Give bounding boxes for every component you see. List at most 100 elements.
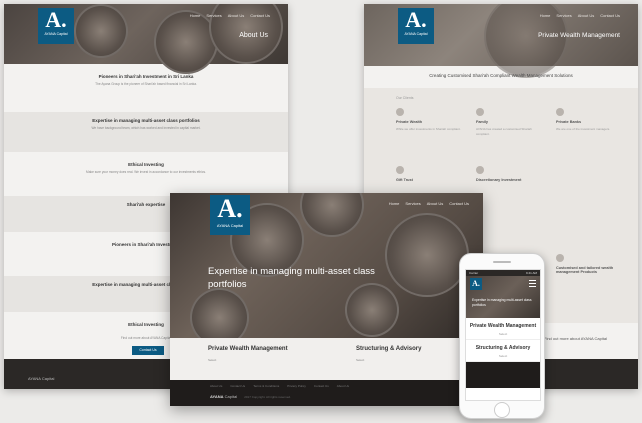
footer-link[interactable]: About Us (337, 384, 349, 388)
section-text: We have background team, which has worke… (91, 126, 201, 130)
card-link[interactable]: Select (208, 358, 288, 363)
mobile-service-card[interactable]: Private Wealth Management Select (466, 318, 540, 340)
section-text: Make sure your money does real. We inves… (86, 170, 206, 174)
footer-link[interactable]: Privacy Policy (287, 384, 306, 388)
service-desc: AYANA has created a customised Shariah c… (476, 127, 532, 136)
footer-link[interactable]: About Us (210, 384, 222, 388)
card-title: Structuring & Advisory (356, 346, 422, 352)
hand-icon (396, 166, 404, 174)
footer-link[interactable]: Contact Us (314, 384, 329, 388)
service-item[interactable]: Customised and tailored wealth managemen… (556, 254, 630, 274)
phone-mockup: Carrier 9:41 AM A. Expertise in managing… (459, 253, 545, 419)
logo-letter: A. (472, 279, 480, 288)
page-footer: About Us Contact Us Terms & Conditions P… (170, 380, 483, 406)
footer-links: About Us Contact Us Terms & Conditions P… (210, 384, 349, 388)
section-text: The Ayana Group is the pioneer of Shari'… (95, 82, 197, 86)
globe-icon (556, 254, 564, 262)
section-label: Our Clients (396, 96, 414, 100)
decorative-plate (345, 283, 399, 337)
nav-home[interactable]: Home (389, 201, 400, 206)
service-desc: We are one of the investment managers. (556, 127, 611, 131)
top-nav: Home Services About Us Contact Us (540, 13, 620, 18)
service-item[interactable]: Family AYANA has created a customised Sh… (476, 108, 546, 136)
footer-link[interactable]: Contact Us (230, 384, 245, 388)
footer-brand: AYANA Capital 2017 Copyright. All rights… (210, 394, 291, 399)
service-title: Gift Trust (396, 178, 413, 182)
top-nav: Home Services About Us Contact Us (389, 201, 469, 206)
logo-letter: A. (405, 7, 427, 32)
hero-title: About Us (239, 32, 268, 39)
phone-speaker (493, 261, 511, 263)
service-desc: While we offer investments in Shariah co… (396, 127, 461, 131)
content-section: Pioneers in Shari'ah Investment in Sri L… (4, 68, 288, 108)
logo-subtext: AYANA Capital (44, 32, 68, 36)
logo-letter: A. (217, 194, 243, 223)
service-item[interactable]: Discretionary Investment (476, 166, 546, 182)
section-heading: Expertise in managing multi-asset class … (92, 118, 200, 123)
card-title: Private Wealth Management (469, 323, 537, 329)
decorative-plate (385, 213, 469, 297)
card-title: Structuring & Advisory (475, 345, 531, 351)
nav-services[interactable]: Services (206, 13, 221, 18)
brand-logo[interactable]: A. AYANA Capital (398, 8, 434, 44)
service-item[interactable]: Private Banks We are one of the investme… (556, 108, 626, 132)
brand-logo[interactable]: A. AYANA Capital (38, 8, 74, 44)
logo-subtext: AYANA Capital (404, 32, 428, 36)
card-link[interactable]: Select (356, 358, 421, 363)
service-card[interactable]: Private Wealth Management Select (208, 346, 288, 363)
logo-letter: A. (45, 7, 67, 32)
content-section: Ethical Investing Make sure your money d… (4, 156, 288, 192)
service-title: Private Wealth (396, 120, 423, 124)
home-button[interactable] (494, 402, 510, 418)
nav-about[interactable]: About Us (228, 13, 244, 18)
service-title: Private Banks (556, 120, 582, 124)
decorative-plate (300, 193, 364, 237)
content-section: Expertise in managing multi-asset class … (4, 112, 288, 152)
cta-text: Find out more about AYANA Capital (544, 336, 607, 341)
lock-icon (556, 108, 564, 116)
footer-link[interactable]: Terms & Conditions (253, 384, 279, 388)
hero-banner: A. AYANA Capital Home Services About Us … (4, 4, 288, 74)
card-link[interactable]: Select (466, 354, 540, 358)
nav-contact[interactable]: Contact Us (250, 13, 270, 18)
mobile-hero: A. Expertise in managing multi-asset cla… (466, 276, 540, 318)
logo-subtext: AYANA Capital (216, 223, 244, 228)
nav-home[interactable]: Home (540, 13, 551, 18)
nav-contact[interactable]: Contact Us (600, 13, 620, 18)
decorative-plate (154, 10, 218, 74)
mobile-headline: Expertise in managing multi-asset class … (472, 298, 532, 307)
service-item[interactable]: Gift Trust (396, 166, 466, 182)
nav-about[interactable]: About Us (578, 13, 594, 18)
hero-headline: Expertise in managing multi-asset class … (208, 266, 375, 290)
page-tagline: Creating Customised Shari'ah Compliant W… (429, 73, 573, 78)
hero-banner: A. AYANA Capital Home Services About Us … (170, 193, 483, 347)
nav-services[interactable]: Services (405, 201, 420, 206)
decorative-plate (74, 4, 128, 58)
hero-banner: A. AYANA Capital Home Services About Us … (364, 4, 638, 78)
nav-contact[interactable]: Contact Us (449, 201, 469, 206)
hamburger-menu-icon[interactable] (529, 280, 536, 287)
service-card[interactable]: Structuring & Advisory Select (356, 346, 421, 363)
service-cards: Private Wealth Management Select Structu… (170, 338, 483, 380)
nav-about[interactable]: About Us (427, 201, 443, 206)
section-heading: Pioneers in Shari'ah Investment in Sri L… (98, 74, 194, 79)
brand-logo[interactable]: A. (470, 278, 482, 290)
home-page-mockup: A. AYANA Capital Home Services About Us … (170, 193, 483, 406)
chart-icon (476, 166, 484, 174)
nav-home[interactable]: Home (190, 13, 201, 18)
device-mockup-scene: A. AYANA Capital Home Services About Us … (0, 0, 642, 423)
mobile-service-card[interactable]: Structuring & Advisory Select (466, 340, 540, 362)
hero-title: Private Wealth Management (538, 32, 620, 39)
service-title: Discretionary Investment (476, 178, 522, 182)
user-icon (396, 108, 404, 116)
top-nav: Home Services About Us Contact Us (190, 13, 270, 18)
building-icon (476, 108, 484, 116)
mobile-footer (466, 362, 540, 388)
service-title: Customised and tailored wealth managemen… (556, 266, 614, 274)
brand-logo[interactable]: A. AYANA Capital (210, 195, 250, 235)
service-title: Family (476, 120, 489, 124)
card-link[interactable]: Select (466, 332, 540, 336)
nav-services[interactable]: Services (556, 13, 571, 18)
service-item[interactable]: Private Wealth While we offer investment… (396, 108, 466, 132)
contact-us-button[interactable]: Contact Us (132, 346, 164, 355)
